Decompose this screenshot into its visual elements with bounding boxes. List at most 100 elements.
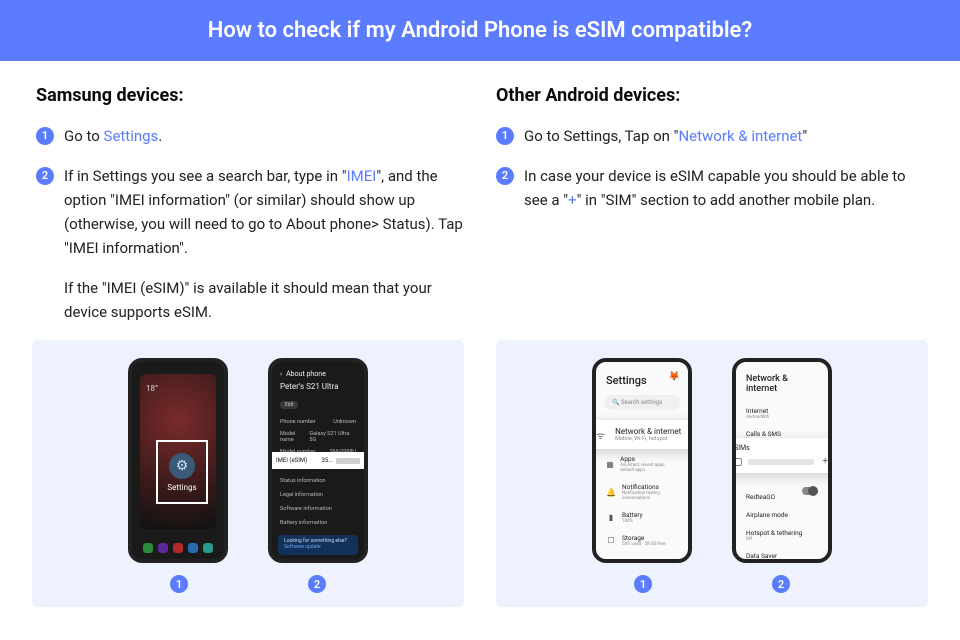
text: " (802, 127, 807, 145)
popout-title: Network & internet (615, 427, 681, 436)
step-text: In case your device is eSIM capable you … (524, 164, 924, 212)
samsung-step-1: 1 Go to Settings. (36, 124, 464, 148)
network-row: Hotspot & tetheringOff (736, 524, 828, 547)
battery-icon: ▮ (606, 513, 616, 522)
apps-icon: ▦ (606, 460, 614, 469)
screenshot-badge-2: 2 (772, 575, 790, 593)
dock-app-icon (203, 543, 213, 553)
list-item: Software information (280, 502, 356, 516)
list-item: Legal information (280, 488, 356, 502)
screenshot-badge-1: 1 (634, 575, 652, 593)
dock-app-icon (173, 543, 183, 553)
other-column: Other Android devices: 1 Go to Settings,… (496, 85, 924, 340)
settings-search-bar: 🔍 Search settings (604, 395, 680, 410)
imei-link[interactable]: IMEI (347, 167, 377, 185)
row-title: Apps (620, 455, 678, 463)
plus-icon: + (820, 456, 830, 467)
text: . (158, 127, 162, 145)
dock-app-icon (158, 543, 168, 553)
sim-icon (734, 458, 742, 466)
row-sub: Notification history, conversations (622, 491, 678, 501)
instructions-row: Samsung devices: 1 Go to Settings. 2 If … (0, 61, 960, 340)
samsung-heading: Samsung devices: (36, 85, 464, 106)
settings-row: ♪ Sound & vibration (596, 552, 688, 563)
phone-mock-settings-list: 🦊 Settings 🔍 Search settings ᯤ Network &… (592, 358, 692, 563)
network-internet-link[interactable]: Network & internet (678, 127, 802, 145)
row-sub: Off (746, 560, 818, 563)
row-sub: Assistant, recent apps, default apps (620, 463, 678, 473)
mascot-icon: 🦊 (669, 372, 680, 382)
value: Galaxy S21 Ultra 5G (309, 431, 356, 443)
network-internet-popout: ᯤ Network & internet Mobile, Wi-Fi, hots… (592, 420, 692, 449)
list-item: Battery information (280, 516, 356, 530)
label: Phone number (280, 419, 316, 425)
about-phone-title: About phone (286, 370, 326, 378)
samsung-step-2: 2 If in Settings you see a search bar, t… (36, 164, 464, 324)
label: Model name (280, 431, 309, 443)
row-title: Notifications (622, 483, 678, 491)
row-title: Storage (622, 534, 666, 542)
bell-icon: 🔔 (606, 488, 616, 497)
about-phone-list: Status information Legal information Sof… (280, 474, 356, 530)
imei-esim-value-prefix: 35... (322, 457, 334, 464)
settings-row: ▦ AppsAssistant, recent apps, default app… (596, 450, 688, 478)
row-sub: AndroidWifi (746, 415, 818, 420)
settings-row: ▮ Battery100% (596, 506, 688, 529)
value: Unknown (333, 419, 356, 425)
text: Go to (64, 127, 104, 145)
network-screen-title: Network & internet (736, 362, 828, 402)
step-text: Go to Settings. (64, 124, 464, 148)
dock-app-icon (143, 543, 153, 553)
about-phone-header: ‹ About phone (272, 362, 364, 380)
wifi-icon: ᯤ (596, 428, 605, 442)
row-title: Battery (622, 511, 643, 519)
imei-esim-label: IMEI (eSIM) (276, 457, 307, 464)
row-sub: 100% (622, 519, 643, 524)
network-row: Airplane mode (736, 506, 828, 524)
weather-widget: 18° (146, 384, 158, 393)
settings-row: 🔔 NotificationsNotification history, conv… (596, 478, 688, 506)
row-title: Calls & SMS (746, 430, 818, 438)
page-title: How to check if my Android Phone is eSIM… (208, 18, 752, 43)
step-number-badge: 2 (36, 167, 54, 185)
text: Go to Settings, Tap on " (524, 127, 678, 145)
back-icon: ‹ (280, 370, 282, 378)
text: If in Settings you see a search bar, typ… (64, 167, 347, 185)
other-step-2: 2 In case your device is eSIM capable yo… (496, 164, 924, 212)
other-step-1: 1 Go to Settings, Tap on "Network & inte… (496, 124, 924, 148)
row-title: Airplane mode (746, 511, 818, 519)
screenshot-badge-1: 1 (170, 575, 188, 593)
storage-icon: ☐ (606, 536, 616, 545)
sims-header: SIMs (734, 444, 830, 452)
imei-esim-highlight: IMEI (eSIM) 35... (268, 452, 368, 469)
list-item: Status information (280, 474, 356, 488)
settings-link[interactable]: Settings (104, 127, 159, 145)
other-heading: Other Android devices: (496, 85, 924, 106)
popout-subtitle: Mobile, Wi-Fi, hotspot (615, 436, 681, 442)
dock-app-icon (188, 543, 198, 553)
screenshots-row: 18° ⚙ Settings ‹ About phone (0, 340, 960, 631)
row-title: Sound & vibration (622, 558, 673, 564)
page-header: How to check if my Android Phone is eSIM… (0, 0, 960, 61)
network-row: InternetAndroidWifi (736, 402, 828, 425)
phone-mock-about-phone: ‹ About phone Peter's S21 Ultra Edit Pho… (268, 358, 368, 563)
sound-icon: ♪ (606, 557, 616, 563)
settings-highlight-box: ⚙ Settings (156, 440, 208, 504)
sims-popout: SIMs + (732, 438, 832, 473)
row-title: Hotspot & tethering (746, 529, 818, 537)
step-extra-text: If the "IMEI (eSIM)" is available it sho… (64, 276, 464, 324)
plus-link[interactable]: + (568, 191, 577, 209)
search-placeholder: Search settings (621, 399, 662, 406)
text: " in "SIM" section to add another mobile… (577, 191, 876, 209)
footer-link: Software update (284, 544, 352, 550)
row-title: Data Saver (746, 552, 818, 560)
settings-row: ☐ Storage54% used · 58 GB free (596, 529, 688, 552)
samsung-column: Samsung devices: 1 Go to Settings. 2 If … (36, 85, 464, 340)
phone-mock-samsung-home: 18° ⚙ Settings (128, 358, 228, 563)
gear-icon: ⚙ (169, 453, 195, 479)
sim-name-bar (748, 459, 814, 465)
step-text: Go to Settings, Tap on "Network & intern… (524, 124, 924, 148)
step-number-badge: 1 (36, 127, 54, 145)
network-row: Data SaverOff (736, 547, 828, 563)
row-sub: 54% used · 58 GB free (622, 542, 666, 547)
